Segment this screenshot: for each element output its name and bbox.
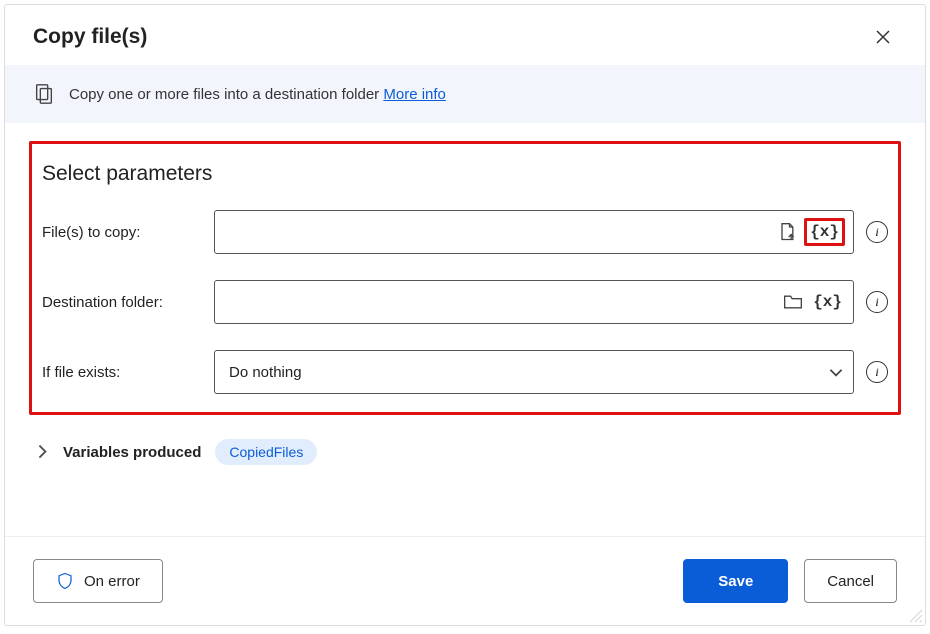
dialog-body: Select parameters File(s) to copy: {x}	[5, 123, 925, 536]
exists-label: If file exists:	[42, 364, 214, 381]
footer-right: Save Cancel	[683, 559, 897, 603]
copy-icon	[33, 83, 55, 105]
variables-produced-row[interactable]: Variables produced CopiedFiles	[29, 415, 901, 475]
select-folder-button[interactable]	[782, 291, 804, 313]
exists-select[interactable]: Do nothing	[214, 350, 854, 394]
files-field[interactable]: {x}	[214, 210, 854, 254]
variable-picker-files[interactable]: {x}	[804, 218, 845, 246]
save-button[interactable]: Save	[683, 559, 788, 603]
row-files-to-copy: File(s) to copy: {x} i	[42, 210, 888, 254]
shield-icon	[56, 572, 74, 590]
dialog-footer: On error Save Cancel	[5, 536, 925, 625]
chevron-down-icon	[827, 363, 845, 381]
info-dest[interactable]: i	[866, 291, 888, 313]
chevron-right-icon	[37, 442, 49, 461]
info-exists[interactable]: i	[866, 361, 888, 383]
resize-grip-icon[interactable]	[909, 609, 923, 623]
dialog-header: Copy file(s)	[5, 5, 925, 65]
row-destination: Destination folder: {x} i	[42, 280, 888, 324]
variable-picker-dest[interactable]: {x}	[810, 291, 845, 313]
parameters-highlight: Select parameters File(s) to copy: {x}	[29, 141, 901, 415]
more-info-link[interactable]: More info	[383, 86, 446, 103]
info-files[interactable]: i	[866, 221, 888, 243]
files-label: File(s) to copy:	[42, 224, 214, 241]
dest-label: Destination folder:	[42, 294, 214, 311]
banner-text: Copy one or more files into a destinatio…	[69, 86, 446, 103]
select-file-button[interactable]	[776, 221, 798, 243]
variable-chip-copiedfiles[interactable]: CopiedFiles	[215, 439, 317, 465]
info-banner: Copy one or more files into a destinatio…	[5, 65, 925, 123]
files-input[interactable]	[229, 224, 770, 241]
close-icon	[875, 29, 891, 45]
close-button[interactable]	[869, 23, 897, 51]
dest-field[interactable]: {x}	[214, 280, 854, 324]
cancel-button[interactable]: Cancel	[804, 559, 897, 603]
folder-icon	[783, 292, 803, 312]
file-arrow-icon	[777, 222, 797, 242]
variables-produced-label: Variables produced	[63, 444, 201, 461]
dialog-title: Copy file(s)	[33, 25, 147, 49]
copy-files-dialog: Copy file(s) Copy one or more files into…	[4, 4, 926, 626]
on-error-button[interactable]: On error	[33, 559, 163, 603]
section-title: Select parameters	[42, 162, 888, 186]
row-if-exists: If file exists: Do nothing i	[42, 350, 888, 394]
dest-input[interactable]	[229, 294, 776, 311]
exists-value: Do nothing	[229, 364, 821, 381]
